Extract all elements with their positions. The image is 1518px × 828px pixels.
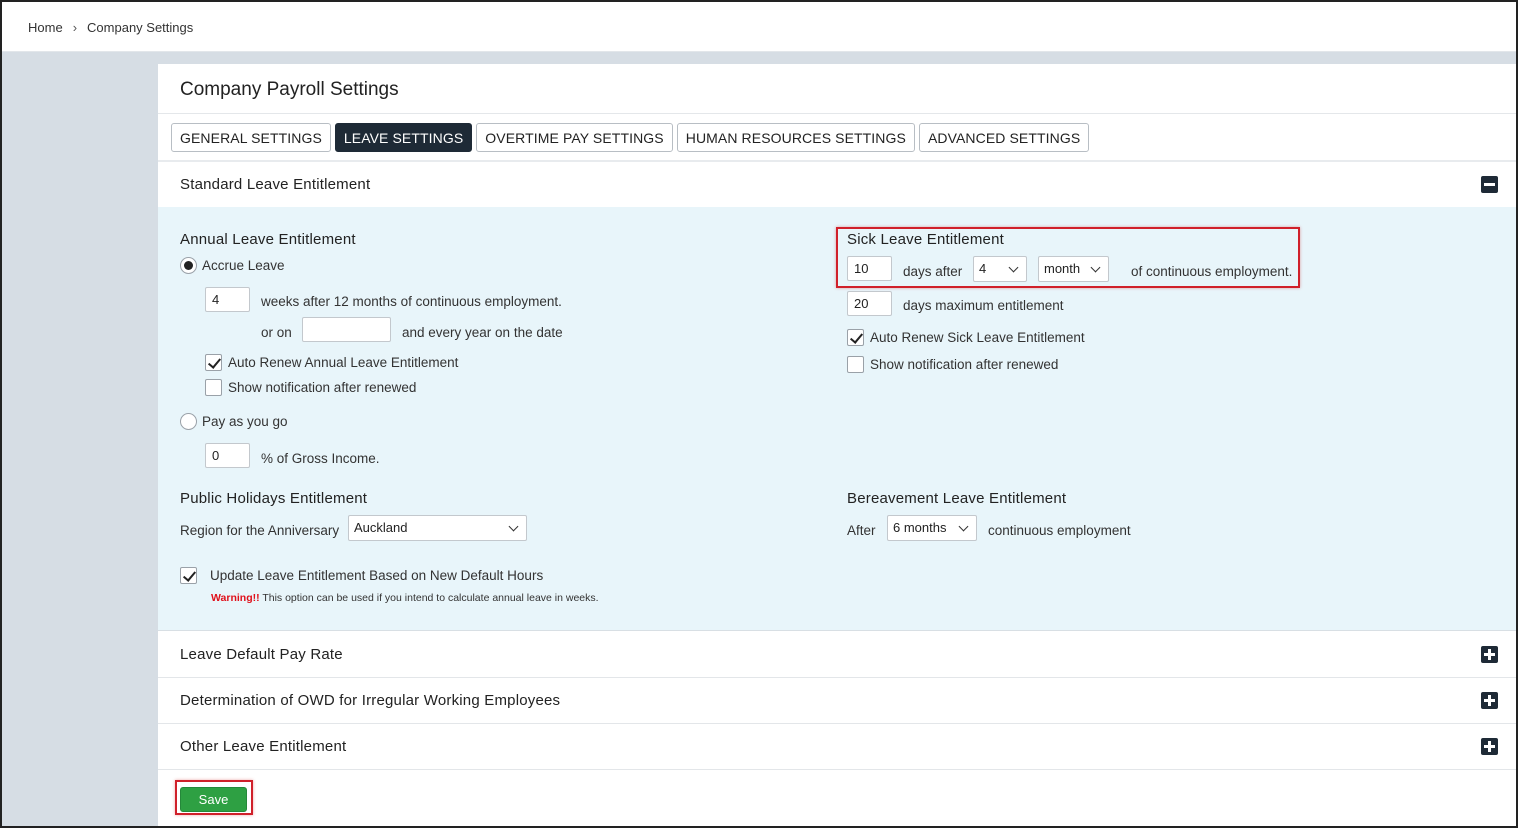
sick-days-input[interactable]: 10 [847,256,892,281]
update-entitlement-label: Update Leave Entitlement Based on New De… [210,568,544,583]
anniversary-date-input[interactable] [302,317,391,342]
region-value: Auckland [354,520,408,535]
region-label: Region for the Anniversary [180,523,340,538]
tab-advanced-settings[interactable]: ADVANCED SETTINGS [918,123,1090,152]
bereavement-heading: Bereavement Leave Entitlement [847,490,1067,507]
accrue-leave-label: Accrue Leave [202,258,285,273]
section-standard-leave-header[interactable]: Standard Leave Entitlement [158,162,1516,208]
sick-notify-label: Show notification after renewed [870,357,1059,372]
gross-income-text: % of Gross Income. [261,451,380,466]
divider [158,113,1516,114]
plus-icon[interactable] [1481,692,1498,709]
or-on-label: or on [261,325,292,340]
standard-leave-body: Annual Leave Entitlement Accrue Leave 4 … [158,207,1516,631]
sick-period-unit-value: month [1044,261,1081,276]
sick-notify-checkbox[interactable] [847,356,864,373]
sick-max-label: days maximum entitlement [903,298,1064,313]
breadcrumb: Home › Company Settings [28,20,193,35]
section-title: Other Leave Entitlement [180,738,347,755]
warning-message: Warning!! This option can be used if you… [211,592,599,604]
pay-as-you-go-radio[interactable] [180,413,197,430]
plus-icon[interactable] [1481,738,1498,755]
sick-period-count-select[interactable]: 4 [973,256,1027,282]
tab-human-resources-settings[interactable]: HUMAN RESOURCES SETTINGS [676,123,915,152]
save-button[interactable]: Save [180,787,247,812]
annual-weeks-input[interactable]: 4 [205,287,250,312]
region-select[interactable]: Auckland [348,515,527,541]
sick-suffix-text: of continuous employment. [1131,264,1293,279]
minus-icon[interactable] [1481,176,1498,193]
chevron-down-icon [508,521,519,532]
pay-as-you-go-label: Pay as you go [202,414,288,429]
chevron-right-icon: › [72,20,78,35]
section-title: Standard Leave Entitlement [180,176,371,193]
section-title: Leave Default Pay Rate [180,646,343,663]
sick-period-count-value: 4 [979,261,987,276]
breadcrumb-current: Company Settings [87,20,194,35]
bereavement-period-select[interactable]: 6 months [887,515,977,541]
sick-auto-renew-label: Auto Renew Sick Leave Entitlement [870,330,1085,345]
bereavement-after-label: After [847,523,876,538]
top-bar: Home › Company Settings [2,2,1516,52]
breadcrumb-home-link[interactable]: Home [28,20,63,35]
tab-general-settings[interactable]: GENERAL SETTINGS [171,123,331,152]
chevron-down-icon [1008,262,1019,273]
plus-icon[interactable] [1481,646,1498,663]
annual-notify-checkbox[interactable] [205,379,222,396]
sick-auto-renew-checkbox[interactable] [847,329,864,346]
annual-notify-label: Show notification after renewed [228,380,417,395]
accrue-leave-radio[interactable] [180,257,197,274]
days-after-label: days after [903,264,963,279]
section-leave-default-pay-rate-header[interactable]: Leave Default Pay Rate [158,632,1516,678]
chevron-down-icon [1090,262,1101,273]
update-entitlement-checkbox[interactable] [180,567,197,584]
sick-max-input[interactable]: 20 [847,291,892,316]
gross-income-percent-input[interactable]: 0 [205,443,250,468]
annual-auto-renew-checkbox[interactable] [205,354,222,371]
sick-period-unit-select[interactable]: month [1038,256,1109,282]
date-suffix-text: and every year on the date [402,325,563,340]
warning-text: This option can be used if you intend to… [262,592,599,604]
public-holidays-heading: Public Holidays Entitlement [180,490,368,507]
tab-leave-settings[interactable]: LEAVE SETTINGS [334,123,473,152]
annual-leave-heading: Annual Leave Entitlement [180,231,356,248]
annual-weeks-text: weeks after 12 months of continuous empl… [261,294,562,309]
settings-tabs: GENERAL SETTINGS LEAVE SETTINGS OVERTIME… [171,123,1090,152]
page-title: Company Payroll Settings [180,79,399,100]
annual-auto-renew-label: Auto Renew Annual Leave Entitlement [228,355,459,370]
sick-leave-heading: Sick Leave Entitlement [847,231,1004,248]
section-other-leave-header[interactable]: Other Leave Entitlement [158,724,1516,770]
settings-panel: Company Payroll Settings GENERAL SETTING… [158,64,1516,828]
section-title: Determination of OWD for Irregular Worki… [180,692,561,709]
tab-overtime-pay-settings[interactable]: OVERTIME PAY SETTINGS [476,123,673,152]
section-owd-irregular-header[interactable]: Determination of OWD for Irregular Worki… [158,678,1516,724]
chevron-down-icon [958,521,969,532]
bereavement-period-value: 6 months [893,520,947,535]
warning-strong: Warning!! [211,592,260,604]
bereavement-suffix: continuous employment [988,523,1131,538]
